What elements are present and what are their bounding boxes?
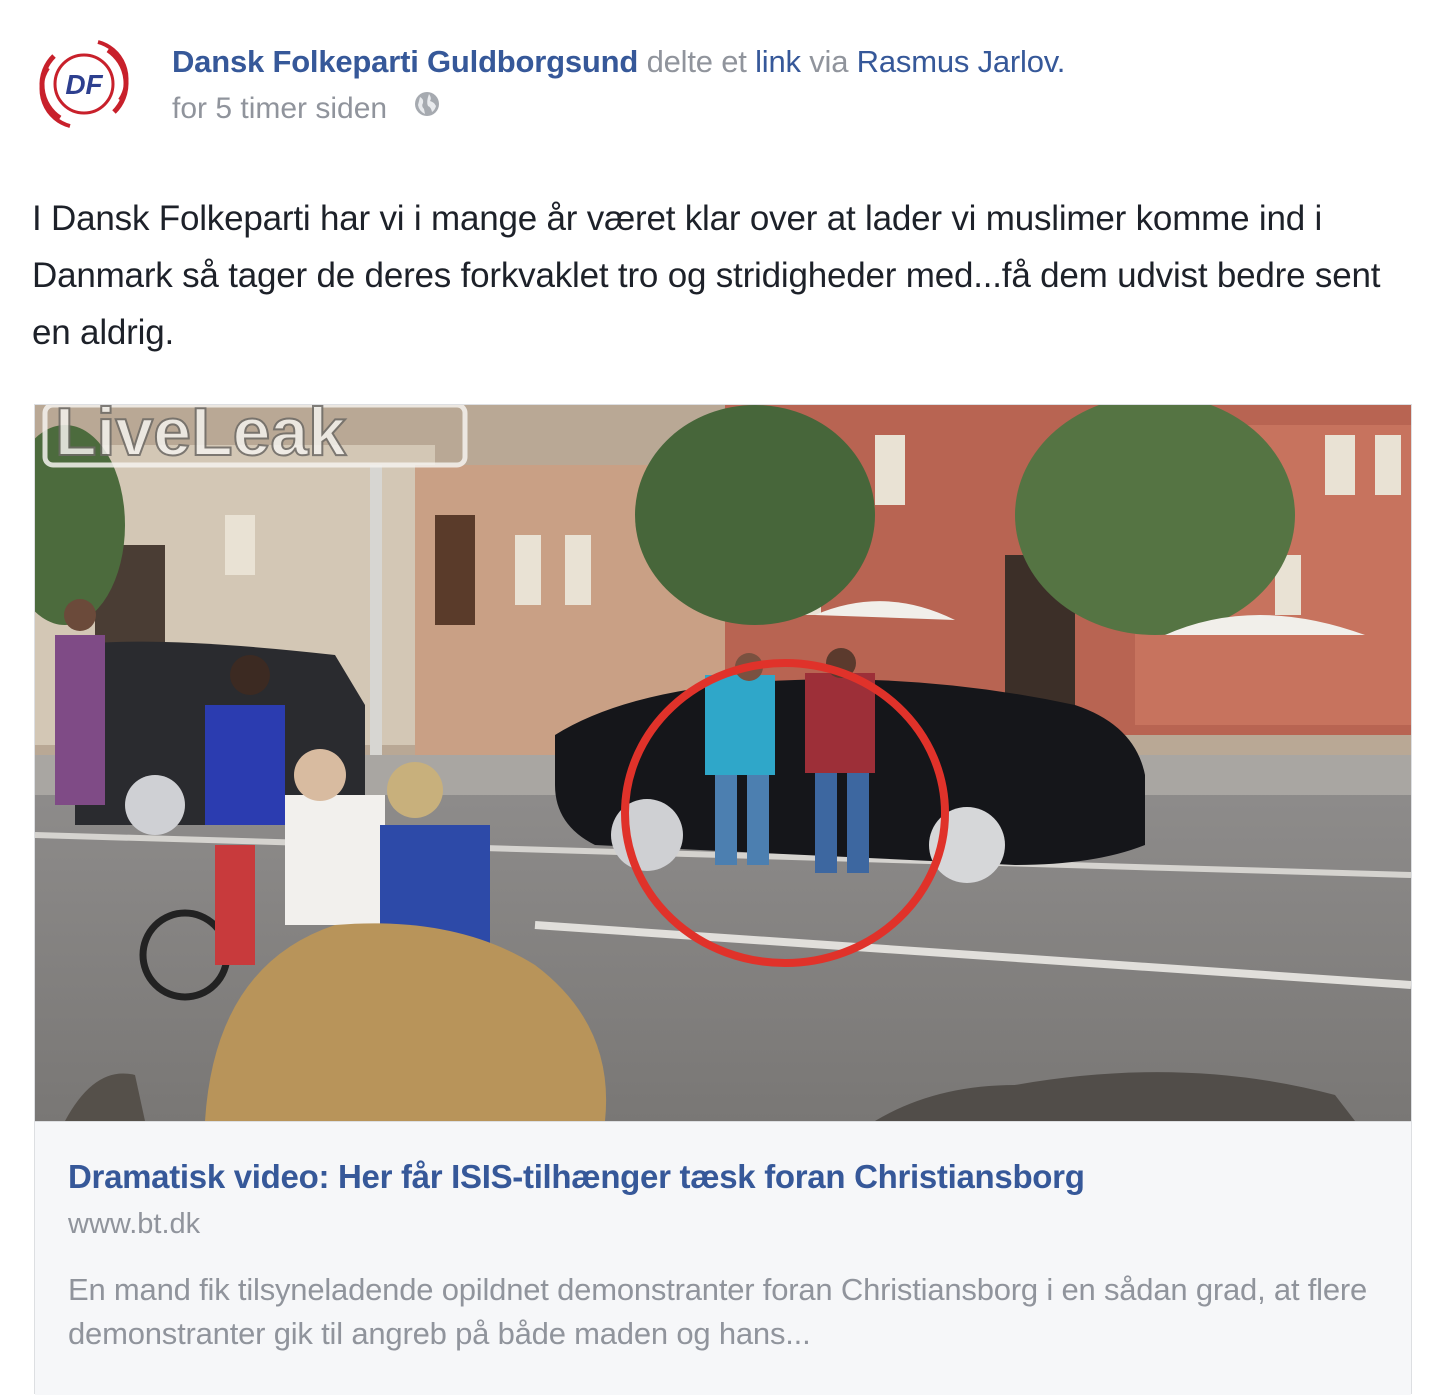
post-header: DF Dansk Folkeparti Guldborgsund delte e… bbox=[34, 32, 1414, 142]
df-logo-icon: DF bbox=[38, 38, 130, 130]
via-text: via bbox=[809, 44, 849, 79]
link-preview-domain: www.bt.dk bbox=[68, 1208, 201, 1240]
link-preview-description: En mand fik tilsyneladende opildnet demo… bbox=[68, 1272, 1368, 1351]
post-attribution: Dansk Folkeparti Guldborgsund delte et l… bbox=[172, 44, 1065, 80]
street-scene-image: LiveLeak bbox=[35, 405, 1411, 1121]
link-preview-card[interactable]: LiveLeak Dramatisk video: Her får ISIS-t… bbox=[34, 404, 1412, 1395]
via-profile-link[interactable]: Rasmus Jarlov. bbox=[857, 44, 1066, 79]
post-meta: for 5 timer siden bbox=[172, 92, 441, 126]
link-preview-body[interactable]: Dramatisk video: Her får ISIS-tilhænger … bbox=[35, 1121, 1411, 1395]
liveleak-watermark: LiveLeak bbox=[55, 405, 346, 470]
globe-icon[interactable] bbox=[413, 90, 441, 126]
shared-link-word[interactable]: link bbox=[755, 44, 801, 79]
avatar-text: DF bbox=[65, 69, 103, 100]
post-timestamp[interactable]: for 5 timer siden bbox=[172, 92, 387, 125]
link-preview-title[interactable]: Dramatisk video: Her får ISIS-tilhænger … bbox=[68, 1158, 1368, 1196]
post-message: I Dansk Folkeparti har vi i mange år vær… bbox=[32, 199, 1381, 352]
action-text: delte et bbox=[646, 44, 747, 79]
video-thumbnail[interactable]: LiveLeak bbox=[35, 405, 1411, 1121]
page-avatar[interactable]: DF bbox=[34, 34, 134, 134]
page-name-link[interactable]: Dansk Folkeparti Guldborgsund bbox=[172, 44, 638, 79]
